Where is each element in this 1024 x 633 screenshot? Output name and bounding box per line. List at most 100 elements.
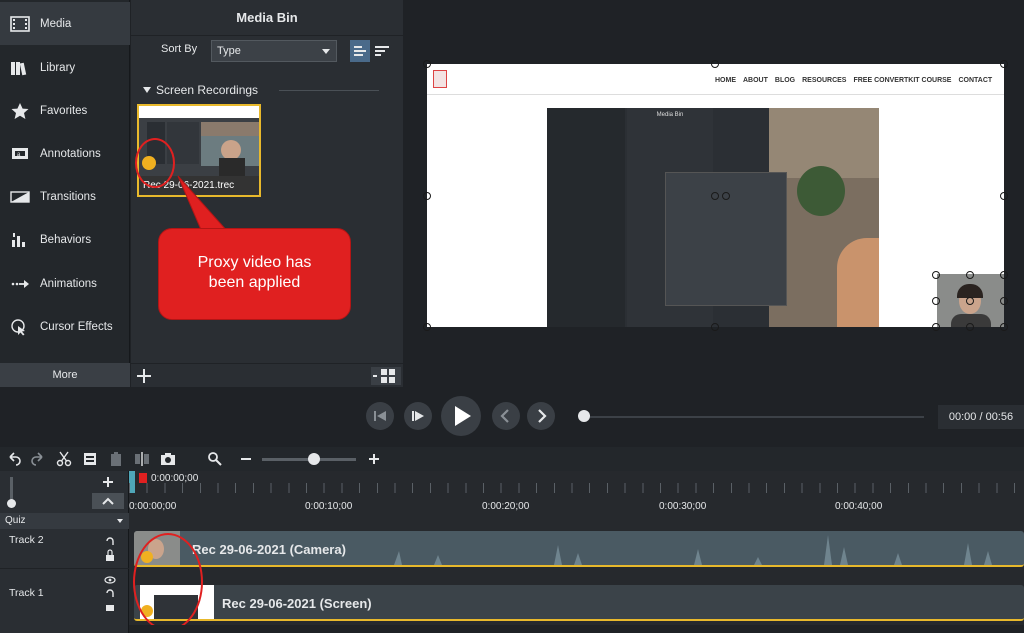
- track-name: Track 1: [9, 587, 44, 599]
- plus-icon: [103, 477, 113, 487]
- sidebar-item-behaviors[interactable]: Behaviors: [0, 218, 130, 261]
- quiz-track-toggle[interactable]: Quiz: [0, 513, 129, 529]
- track-visibility-icon[interactable]: [104, 575, 116, 615]
- playback-controls: 00:00 / 00:56: [0, 388, 1024, 446]
- clip-label: Rec 29-06-2021 (Screen): [222, 596, 372, 611]
- pip-resize-handle[interactable]: [932, 323, 940, 331]
- preview-person-arm: [837, 238, 879, 327]
- play-button[interactable]: [441, 396, 481, 436]
- sidebar-item-transitions[interactable]: Transitions: [0, 175, 130, 218]
- resize-handle[interactable]: [722, 192, 730, 200]
- track-1-header[interactable]: Track 1: [0, 569, 129, 621]
- tick-label: 0:00:30;00: [659, 501, 707, 512]
- star-icon: [11, 102, 29, 119]
- callout-line-1: Proxy video has: [197, 254, 312, 271]
- ruler-ticks: [129, 483, 1024, 493]
- resize-handle[interactable]: [711, 323, 719, 331]
- sidebar-item-label: Annotations: [40, 147, 101, 160]
- previous-frame-button[interactable]: [366, 402, 394, 430]
- next-frame-button[interactable]: [404, 402, 432, 430]
- next-marker-button[interactable]: [527, 402, 555, 430]
- view-toggle-button[interactable]: [371, 367, 401, 385]
- zoom-in-icon[interactable]: [366, 451, 382, 467]
- sidebar-item-media[interactable]: Media: [0, 2, 130, 45]
- nav-link: HOME: [715, 77, 736, 84]
- previous-marker-button[interactable]: [492, 402, 520, 430]
- sidebar-item-annotations[interactable]: a Annotations: [0, 132, 130, 175]
- clip-label: Rec 29-06-2021 (Camera): [192, 542, 346, 557]
- resize-handle[interactable]: [423, 60, 431, 68]
- split-icon[interactable]: [134, 451, 150, 467]
- pip-resize-handle[interactable]: [966, 271, 974, 279]
- section-screen-recordings[interactable]: Screen Recordings: [143, 83, 258, 97]
- nav-link: FREE CONVERTKIT COURSE: [853, 77, 952, 84]
- track-name: Track 2: [9, 534, 44, 546]
- track-height-knob[interactable]: [7, 499, 16, 508]
- resize-handle[interactable]: [423, 323, 431, 331]
- add-media-button[interactable]: [135, 367, 153, 385]
- sort-order-button[interactable]: [372, 40, 392, 62]
- zoom-search-icon[interactable]: [207, 451, 223, 467]
- nav-link: ABOUT: [743, 77, 768, 84]
- camera-clip[interactable]: Rec 29-06-2021 (Camera): [134, 531, 1024, 567]
- pip-resize-handle[interactable]: [932, 271, 940, 279]
- timeline-ruler[interactable]: 0:00:00;00 0:00:00;00 0:00:10;00 0:00:20…: [129, 471, 1024, 529]
- copy-icon[interactable]: [82, 451, 98, 467]
- zoom-out-icon[interactable]: [238, 451, 254, 467]
- redo-icon[interactable]: [30, 451, 46, 467]
- grid-view-icon: [373, 369, 395, 383]
- highlight-circle-annotation: [133, 533, 203, 631]
- library-icon: [11, 61, 27, 75]
- transition-icon: [10, 190, 30, 203]
- preview-media-bin-title: Media Bin: [656, 112, 684, 118]
- resize-handle[interactable]: [711, 60, 719, 68]
- track-2-header[interactable]: Track 2: [0, 529, 129, 569]
- preview-plant: [797, 166, 845, 216]
- plus-icon: [137, 369, 151, 383]
- details-view-button[interactable]: [350, 40, 370, 62]
- sidebar-item-favorites[interactable]: Favorites: [0, 89, 130, 132]
- sidebar-item-animations[interactable]: Animations: [0, 262, 130, 305]
- cut-icon[interactable]: [56, 451, 72, 467]
- track-lock-icon[interactable]: [104, 535, 116, 563]
- animation-arrow-icon: [11, 279, 29, 288]
- pip-resize-handle[interactable]: [932, 297, 940, 305]
- screen-clip[interactable]: Rec 29-06-2021 (Screen): [134, 585, 1024, 621]
- sidebar-item-label: Animations: [40, 277, 97, 290]
- quiz-label: Quiz: [5, 515, 26, 526]
- sidebar: Media Library Favorites a Annotations Tr…: [0, 0, 130, 387]
- sidebar-item-cursor-effects[interactable]: Cursor Effects: [0, 305, 130, 348]
- pip-resize-handle[interactable]: [966, 297, 974, 305]
- resize-handle[interactable]: [1000, 60, 1008, 68]
- tick-label: 0:00:40;00: [835, 501, 883, 512]
- sidebar-item-library[interactable]: Library: [0, 46, 130, 89]
- pip-resize-handle[interactable]: [966, 323, 974, 331]
- preview-sidebar: [547, 108, 625, 327]
- resize-handle[interactable]: [1000, 192, 1008, 200]
- chevron-up-icon: [102, 497, 114, 505]
- sidebar-item-label: Favorites: [40, 104, 88, 117]
- pip-resize-handle[interactable]: [1000, 297, 1008, 305]
- timeline-scrollbar[interactable]: [129, 625, 1024, 633]
- camera-snapshot-icon[interactable]: [160, 451, 176, 467]
- pip-resize-handle[interactable]: [1000, 271, 1008, 279]
- collapse-tracks-button[interactable]: [92, 493, 124, 509]
- playhead-head[interactable]: [139, 473, 147, 483]
- preview-embedded-app: Media Bin: [547, 108, 879, 327]
- annotation-icon: a: [12, 147, 28, 159]
- scrubber-knob[interactable]: [578, 410, 590, 422]
- add-track-button[interactable]: [94, 474, 122, 490]
- scrubber-track[interactable]: [584, 416, 924, 418]
- step-back-icon: [374, 411, 386, 421]
- sort-by-select[interactable]: Type: [211, 40, 337, 62]
- undo-icon[interactable]: [6, 451, 22, 467]
- resize-handle[interactable]: [711, 192, 719, 200]
- callout-pointer: [177, 175, 230, 233]
- tick-label: 0:00:20;00: [482, 501, 530, 512]
- resize-handle[interactable]: [1000, 323, 1008, 331]
- section-title-label: Screen Recordings: [156, 83, 259, 97]
- zoom-slider-knob[interactable]: [308, 453, 320, 465]
- resize-handle[interactable]: [423, 192, 431, 200]
- more-button[interactable]: More: [0, 363, 130, 387]
- paste-icon[interactable]: [108, 451, 124, 467]
